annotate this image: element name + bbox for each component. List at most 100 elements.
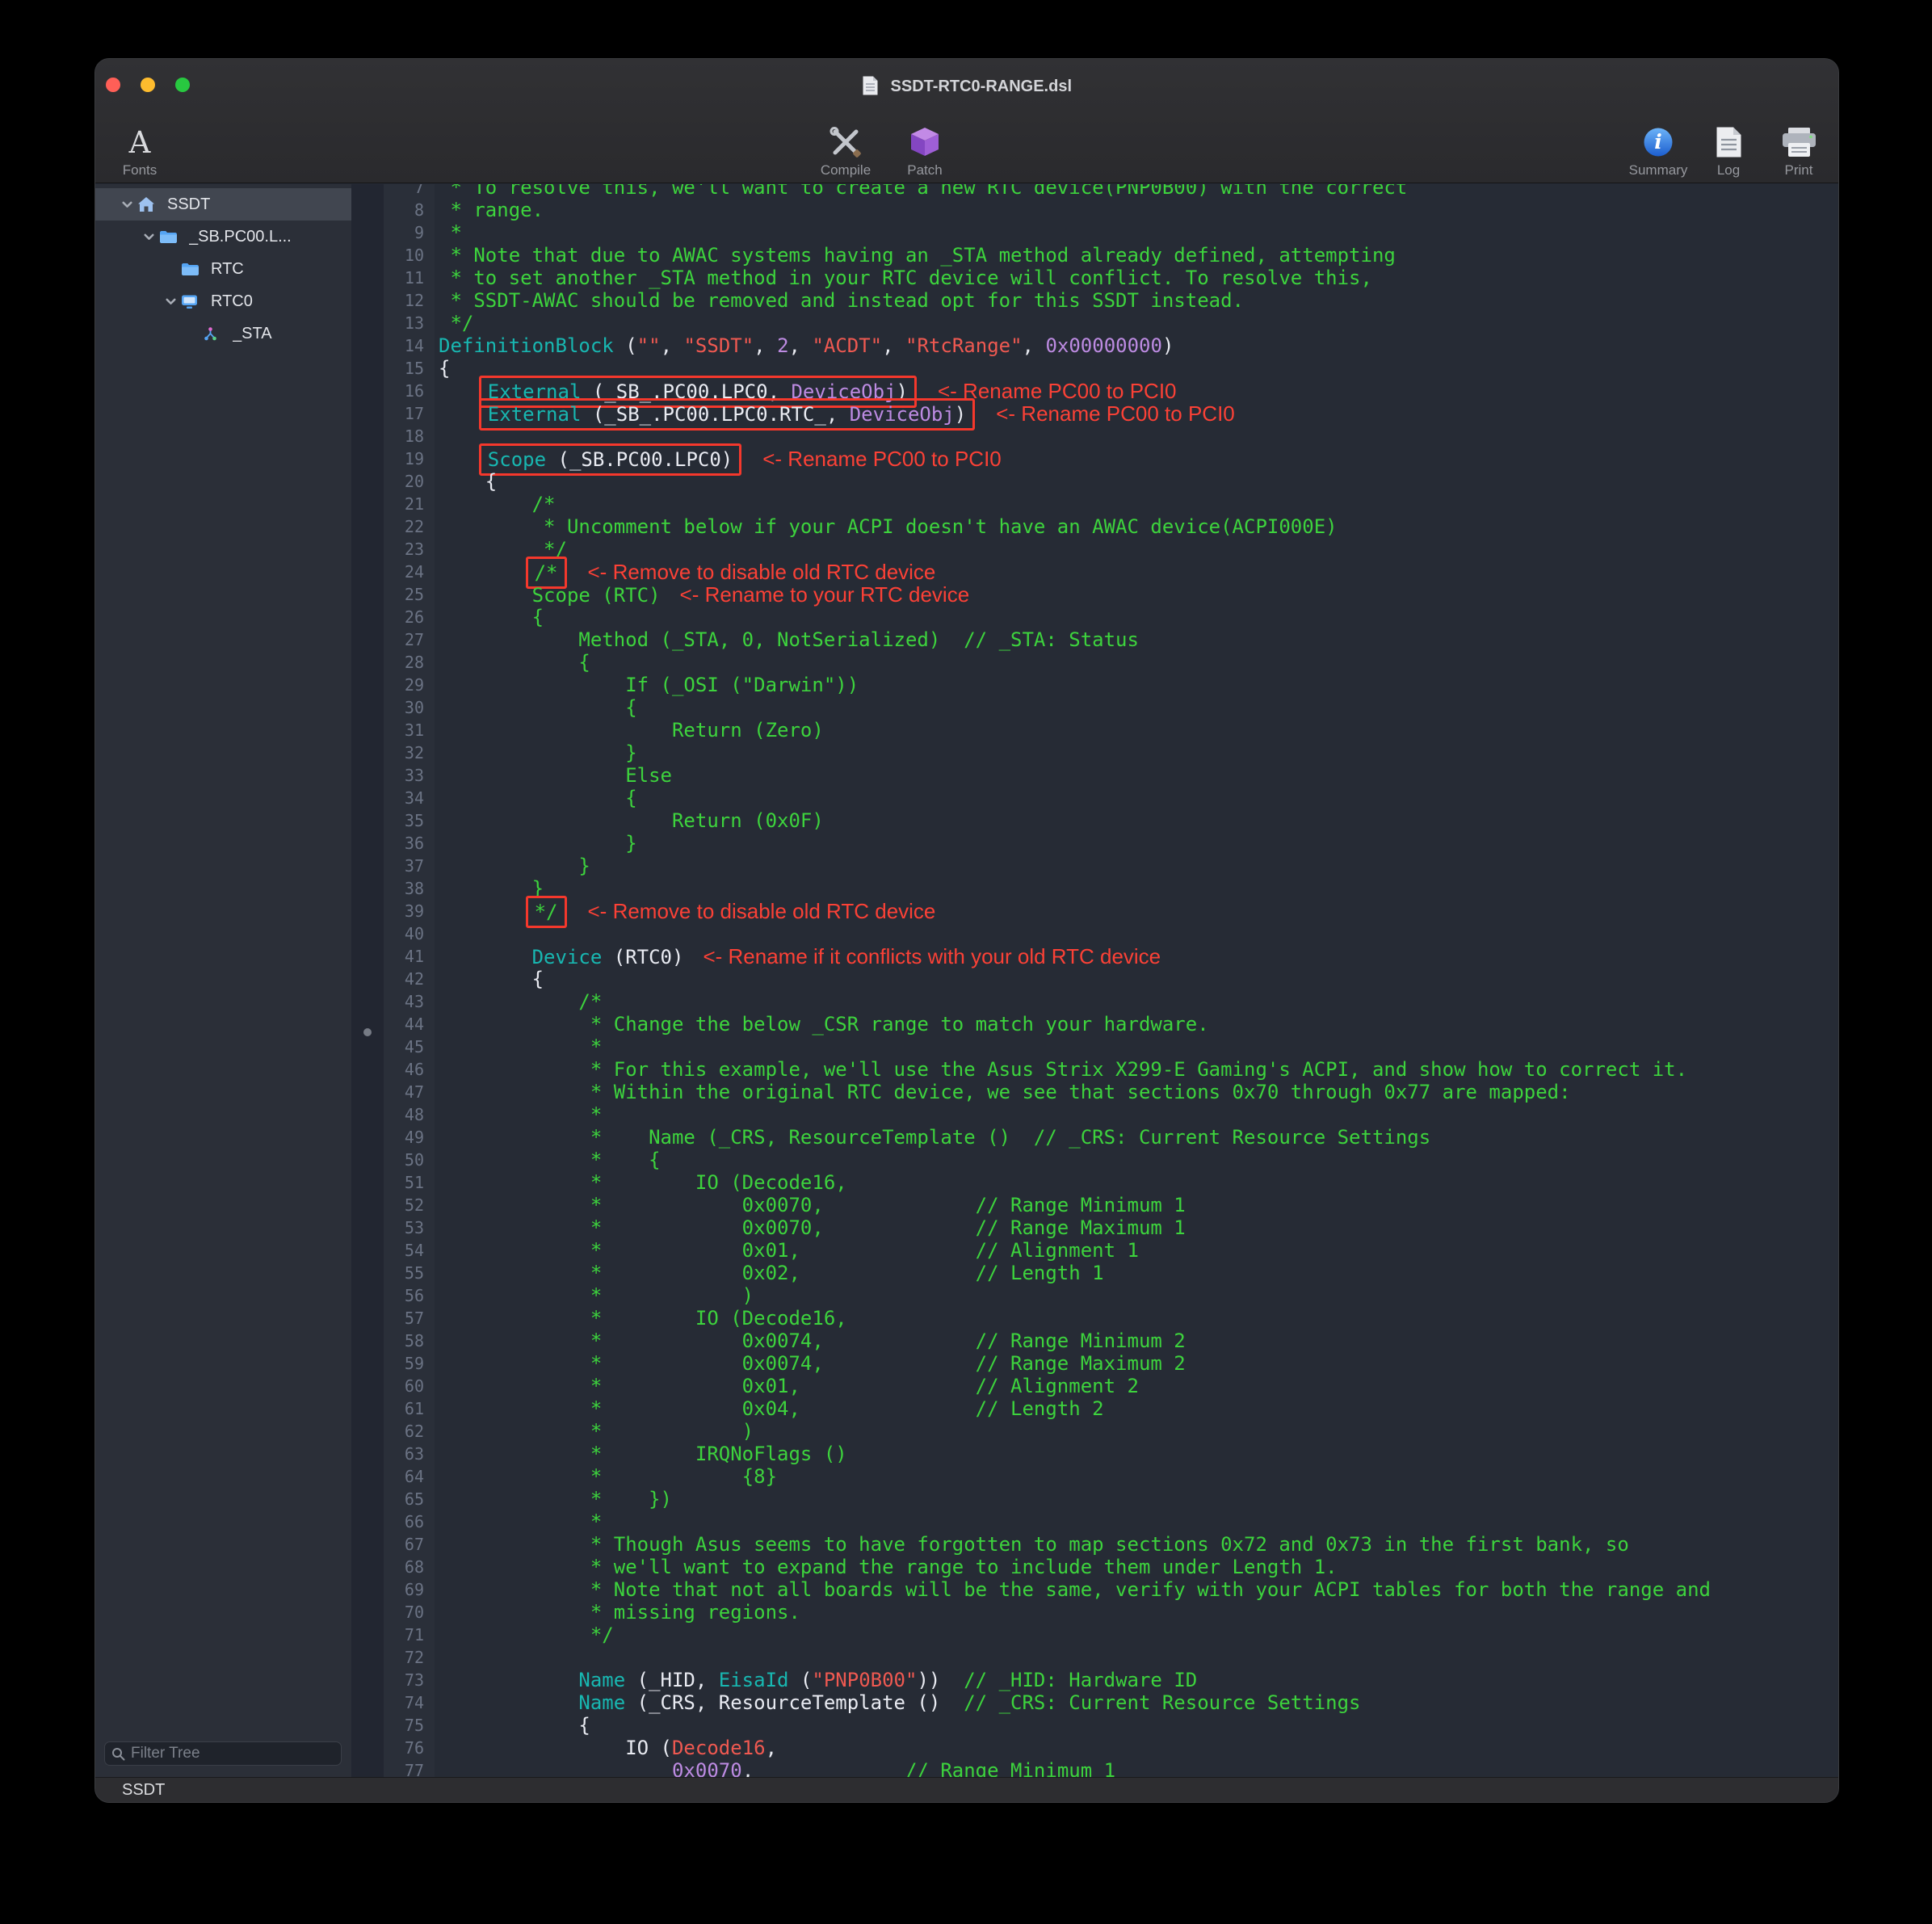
code-line: 12 * SSDT-AWAC should be removed and ins… (351, 289, 1838, 312)
code-token: (_HID, (625, 1669, 719, 1691)
line-number: 8 (351, 199, 435, 221)
code-token: * 0x0070, // Range Minimum 1 (439, 1194, 1186, 1216)
code-token: * Change the below _CSR range to match y… (439, 1013, 1209, 1036)
code-line-text: Return (0x0F) (435, 809, 824, 832)
red-annotation-text: <- Rename to your RTC device (680, 582, 970, 607)
sidebar-item-sb-pc00-l[interactable]: _SB.PC00.L... (95, 221, 351, 253)
code-line-text: * 0x02, // Length 1 (435, 1262, 1104, 1284)
code-token: ) (955, 403, 966, 426)
maciasl-window: SSDT-RTC0-RANGE.dsl AFonts CompilePatch … (94, 58, 1839, 1803)
code-line-text: * 0x04, // Length 2 (435, 1397, 1104, 1420)
line-number: 59 (351, 1352, 435, 1375)
print-icon (1781, 124, 1817, 161)
line-number: 76 (351, 1737, 435, 1759)
line-number: 64 (351, 1465, 435, 1488)
code-token: // _HID: Hardware ID (964, 1669, 1197, 1691)
code-token: Return (Zero) (439, 719, 824, 741)
code-line: 75 { (351, 1714, 1838, 1737)
code-token: * IO (Decode16, (439, 1171, 847, 1194)
chevron-down-icon[interactable] (160, 295, 181, 309)
code-token: * (439, 1510, 602, 1533)
red-annotation-text: <- Remove to disable old RTC device (588, 899, 936, 923)
code-token: "SSDT" (683, 334, 754, 357)
code-line: 51 * IO (Decode16, (351, 1171, 1838, 1194)
line-number: 18 (351, 425, 435, 447)
code-token: * For this example, we'll use the Asus S… (439, 1058, 1687, 1081)
code-line: 76 IO (Decode16, (351, 1737, 1838, 1759)
code-line: 53 * 0x0070, // Range Maximum 1 (351, 1216, 1838, 1239)
code-token: 2 (777, 334, 788, 357)
filter-tree-input[interactable] (131, 1745, 334, 1762)
code-token: { (439, 968, 544, 990)
line-number: 9 (351, 221, 435, 244)
sidebar-item-ssdt[interactable]: SSDT (95, 188, 351, 221)
code-line: 62 * ) (351, 1420, 1838, 1443)
code-line: 25 Scope (RTC)<- Rename to your RTC devi… (351, 583, 1838, 606)
sidebar-item-rtc0[interactable]: RTC0 (95, 285, 351, 317)
line-number: 16 (351, 380, 435, 402)
line-number: 12 (351, 289, 435, 312)
code-token: * we'll want to expand the range to incl… (439, 1556, 1338, 1578)
code-line: 7 * To resolve this, we'll want to creat… (351, 184, 1838, 199)
code-token: ( (614, 334, 637, 357)
line-number: 40 (351, 922, 435, 945)
code-line: 23 */ (351, 538, 1838, 561)
line-number: 29 (351, 674, 435, 696)
summary-button[interactable]: iSummary (1623, 124, 1693, 179)
filter-tree-field[interactable] (104, 1741, 342, 1766)
fonts-button[interactable]: AFonts (105, 124, 174, 179)
line-number: 24 (351, 561, 435, 583)
code-line: 61 * 0x04, // Length 2 (351, 1397, 1838, 1420)
search-icon (111, 1747, 125, 1761)
line-number: 14 (351, 334, 435, 357)
log-button[interactable]: Log (1703, 124, 1754, 179)
code-line-text: Scope (_SB.PC00.LPC0)<- Rename PC00 to P… (435, 447, 1002, 470)
line-number: 38 (351, 877, 435, 900)
code-line-text: /* (435, 493, 556, 515)
code-token: (_SB.PC00.LPC0) (546, 448, 733, 471)
device-icon (181, 294, 202, 309)
line-number: 21 (351, 493, 435, 515)
code-token: , (742, 1759, 905, 1777)
code-line: 41 Device (RTC0)<- Rename if it conflict… (351, 945, 1838, 968)
code-token (439, 1759, 672, 1777)
line-number: 55 (351, 1262, 435, 1284)
compile-button[interactable]: Compile (811, 124, 880, 179)
code-line-text: * (435, 221, 462, 244)
tree-item-label: RTC0 (211, 292, 253, 311)
code-line: 52 * 0x0070, // Range Minimum 1 (351, 1194, 1838, 1216)
code-line: 31 Return (Zero) (351, 719, 1838, 741)
code-token: // Range Minimum 1 (905, 1759, 1115, 1777)
code-token: * 0x0074, // Range Maximum 2 (439, 1352, 1186, 1375)
code-token: * ) (439, 1420, 754, 1443)
code-line-text: * {8} (435, 1465, 777, 1488)
patch-button[interactable]: Patch (890, 124, 960, 179)
chevron-down-icon[interactable] (116, 198, 137, 212)
code-token: } (439, 855, 590, 877)
code-editor[interactable]: 7 * To resolve this, we'll want to creat… (351, 184, 1838, 1777)
chevron-down-icon[interactable] (138, 230, 159, 244)
code-line-text: { (435, 1714, 590, 1737)
code-line: 17 External (_SB_.PC00.LPC0.RTC_, Device… (351, 402, 1838, 425)
line-number: 65 (351, 1488, 435, 1510)
code-token: { (439, 696, 637, 719)
line-number: 42 (351, 968, 435, 990)
line-number: 70 (351, 1601, 435, 1624)
code-line-text: * { (435, 1149, 661, 1171)
code-line-text: /* (435, 990, 602, 1013)
line-number: 73 (351, 1669, 435, 1691)
line-number: 13 (351, 312, 435, 334)
code-line-text: Else (435, 764, 672, 787)
line-number: 61 (351, 1397, 435, 1420)
print-button[interactable]: Print (1764, 124, 1833, 179)
sidebar-item-rtc[interactable]: RTC (95, 253, 351, 285)
sidebar-item-sta[interactable]: _STA (95, 317, 351, 350)
code-line: 10 * Note that due to AWAC systems havin… (351, 244, 1838, 267)
code-line-text: * Within the original RTC device, we see… (435, 1081, 1571, 1103)
code-line-text: { (435, 606, 544, 628)
code-line: 40 (351, 922, 1838, 945)
code-line: 58 * 0x0074, // Range Minimum 2 (351, 1330, 1838, 1352)
code-token: , (754, 334, 777, 357)
line-number: 30 (351, 696, 435, 719)
line-number: 58 (351, 1330, 435, 1352)
